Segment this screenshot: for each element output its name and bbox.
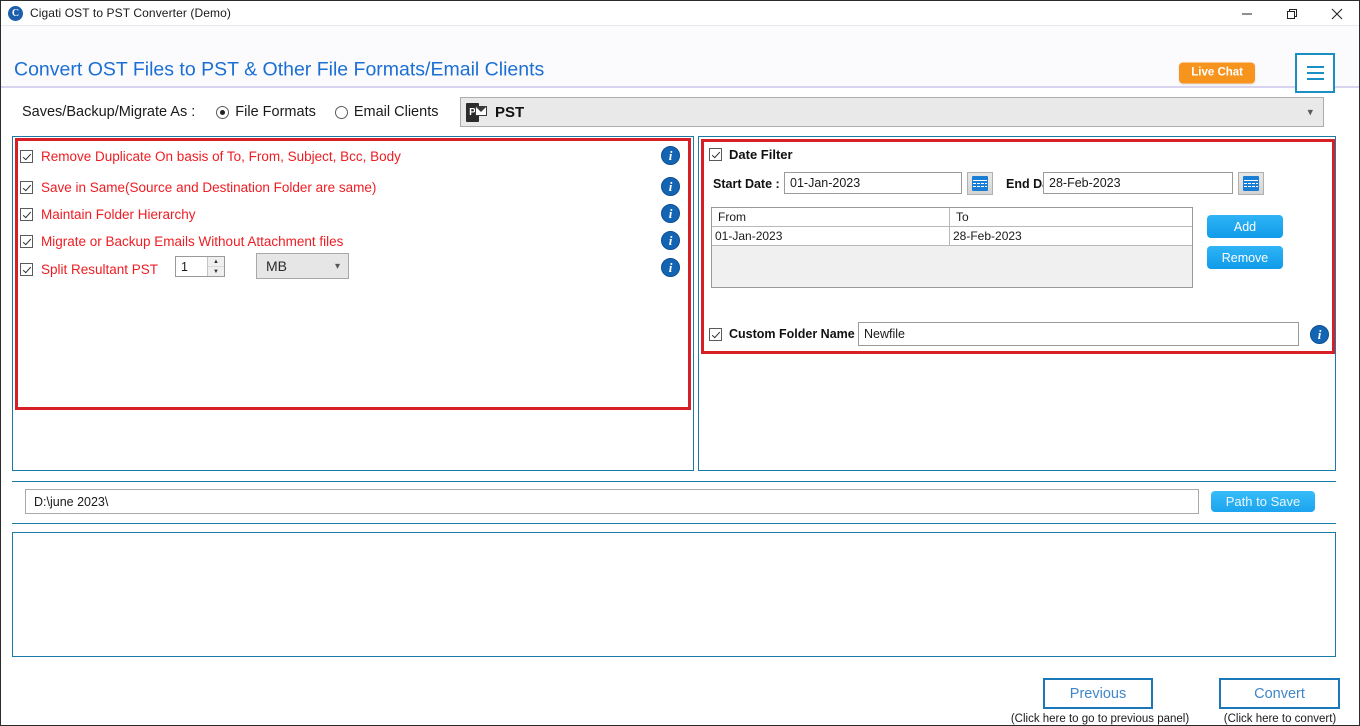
option-split-resultant-pst[interactable]: Split Resultant PST: [20, 262, 158, 277]
save-path-input[interactable]: D:\june 2023\: [25, 489, 1199, 514]
end-date-input[interactable]: 28-Feb-2023: [1043, 172, 1233, 194]
date-filter-checkbox[interactable]: [709, 148, 722, 161]
title-bar: C Cigati OST to PST Converter (Demo): [1, 1, 1359, 26]
hamburger-menu-icon[interactable]: [1295, 53, 1335, 93]
cell-to: 28-Feb-2023: [953, 229, 1022, 243]
option-split-resultant-pst-label: Split Resultant PST: [41, 262, 159, 277]
custom-folder-name-input[interactable]: Newfile: [858, 322, 1299, 346]
option-split-resultant-pst-checkbox[interactable]: [20, 263, 33, 276]
convert-button-hint: (Click here to convert): [1223, 713, 1337, 725]
chevron-down-icon: ▾: [334, 260, 340, 272]
split-size-stepper[interactable]: 1 ▲ ▼: [175, 256, 225, 277]
custom-folder-name-toggle[interactable]: Custom Folder Name: [709, 327, 855, 341]
header-banner: Convert OST Files to PST & Other File Fo…: [1, 26, 1359, 93]
start-date-input[interactable]: 01-Jan-2023: [784, 172, 962, 194]
option-without-attachments[interactable]: Migrate or Backup Emails Without Attachm…: [20, 234, 343, 249]
option-remove-duplicate-checkbox[interactable]: [20, 150, 33, 163]
stepper-down-icon[interactable]: ▼: [208, 267, 224, 276]
outlook-pst-file-icon: P: [466, 102, 487, 123]
date-filter-toggle[interactable]: Date Filter: [709, 147, 793, 162]
option-without-attachments-checkbox[interactable]: [20, 235, 33, 248]
cell-from: 01-Jan-2023: [712, 227, 950, 245]
info-icon-maintain-folder-hierarchy[interactable]: i: [661, 204, 680, 223]
info-icon-split-resultant-pst[interactable]: i: [661, 258, 680, 277]
start-date-calendar-icon[interactable]: [967, 172, 993, 195]
format-select-value: PST: [495, 103, 525, 121]
split-unit-select[interactable]: MB ▾: [256, 253, 349, 279]
option-remove-duplicate-label: Remove Duplicate On basis of To, From, S…: [41, 149, 401, 164]
output-type-radio-group: File Formats Email Clients: [216, 104, 438, 120]
info-icon-without-attachments[interactable]: i: [661, 231, 680, 250]
end-date-calendar-icon[interactable]: [1238, 172, 1264, 195]
split-size-value: 1: [181, 259, 188, 274]
option-save-in-same-label: Save in Same(Source and Destination Fold…: [41, 180, 377, 195]
info-icon-save-in-same[interactable]: i: [661, 177, 680, 196]
format-select[interactable]: P PST ▾: [460, 97, 1324, 127]
option-save-in-same[interactable]: Save in Same(Source and Destination Fold…: [20, 180, 376, 195]
application-window: C Cigati OST to PST Converter (Demo) Con…: [0, 0, 1360, 726]
split-size-stepper-arrows[interactable]: ▲ ▼: [207, 257, 224, 276]
start-date-label: Start Date :: [713, 177, 780, 191]
option-remove-duplicate[interactable]: Remove Duplicate On basis of To, From, S…: [20, 149, 401, 164]
option-maintain-folder-hierarchy-label: Maintain Folder Hierarchy: [41, 207, 196, 222]
add-date-range-button[interactable]: Add: [1207, 215, 1283, 238]
table-row[interactable]: 01-Jan-2023 28-Feb-2023: [712, 227, 1192, 246]
column-header-from: From: [712, 208, 950, 226]
info-icon-remove-duplicate[interactable]: i: [661, 146, 680, 165]
custom-folder-name-label: Custom Folder Name: [729, 327, 855, 341]
radio-email-clients[interactable]: Email Clients: [334, 104, 439, 120]
path-row-divider-bottom: [12, 523, 1336, 524]
radio-file-formats[interactable]: File Formats: [216, 104, 316, 120]
remove-date-range-button[interactable]: Remove: [1207, 246, 1283, 269]
chevron-down-icon: ▾: [1307, 106, 1313, 119]
radio-file-formats-label: File Formats: [235, 104, 316, 120]
previous-button-hint: (Click here to go to previous panel): [1010, 713, 1190, 725]
date-range-table: From To 01-Jan-2023 28-Feb-2023: [711, 207, 1193, 288]
option-save-in-same-checkbox[interactable]: [20, 181, 33, 194]
option-without-attachments-label: Migrate or Backup Emails Without Attachm…: [41, 234, 344, 249]
radio-email-clients-label: Email Clients: [353, 104, 439, 120]
stepper-up-icon[interactable]: ▲: [208, 257, 224, 267]
window-controls: [1224, 1, 1359, 26]
live-chat-button[interactable]: Live Chat: [1179, 62, 1255, 84]
custom-folder-name-checkbox[interactable]: [709, 327, 722, 341]
date-range-table-header: From To: [712, 208, 1192, 227]
previous-button[interactable]: Previous: [1043, 678, 1153, 709]
date-filter-label: Date Filter: [729, 147, 793, 162]
path-row-divider-top: [12, 481, 1336, 482]
window-title: Cigati OST to PST Converter (Demo): [30, 6, 232, 20]
app-logo-icon: C: [8, 5, 23, 21]
radio-file-formats-dot: [216, 105, 230, 119]
log-output-panel: [12, 532, 1336, 657]
path-to-save-button[interactable]: Path to Save: [1211, 491, 1315, 512]
column-header-to: To: [956, 210, 969, 224]
close-icon[interactable]: [1314, 1, 1359, 26]
info-icon-custom-folder-name[interactable]: i: [1310, 325, 1329, 344]
option-maintain-folder-hierarchy[interactable]: Maintain Folder Hierarchy: [20, 207, 196, 222]
save-as-label: Saves/Backup/Migrate As :: [22, 104, 196, 120]
maximize-icon[interactable]: [1269, 1, 1314, 26]
radio-email-clients-dot: [334, 105, 348, 119]
page-title: Convert OST Files to PST & Other File Fo…: [14, 58, 545, 81]
minimize-icon[interactable]: [1224, 1, 1269, 26]
option-maintain-folder-hierarchy-checkbox[interactable]: [20, 208, 33, 221]
split-unit-value: MB: [266, 258, 287, 274]
convert-button[interactable]: Convert: [1219, 678, 1340, 709]
